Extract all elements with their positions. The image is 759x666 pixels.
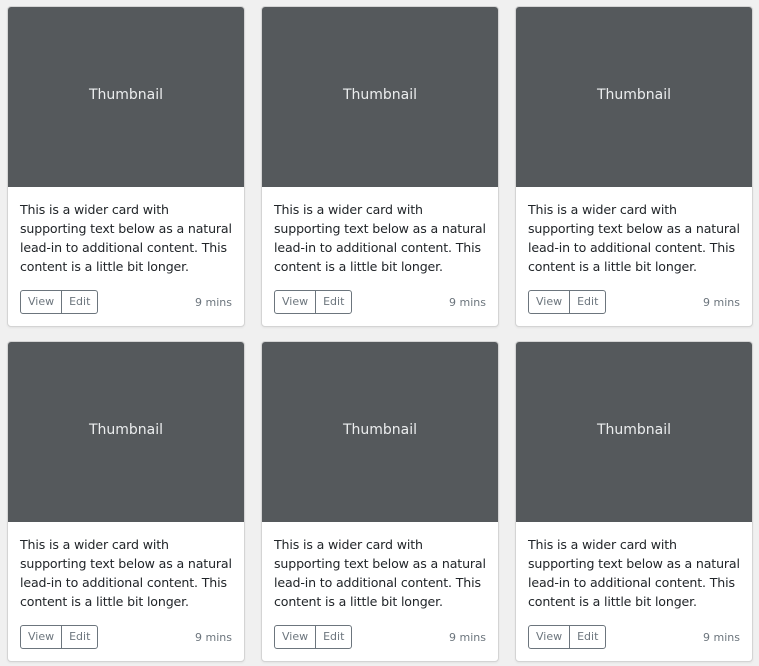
- thumbnail-label: Thumbnail: [88, 87, 164, 103]
- thumbnail-label: Thumbnail: [88, 422, 164, 438]
- card: Thumbnail This is a wider card with supp…: [261, 341, 499, 662]
- card-footer: View Edit 9 mins: [274, 290, 486, 314]
- time-label: 9 mins: [449, 630, 486, 644]
- card-footer: View Edit 9 mins: [528, 290, 740, 314]
- view-button[interactable]: View: [528, 625, 571, 649]
- view-button[interactable]: View: [20, 290, 63, 314]
- card-text: This is a wider card with supporting tex…: [20, 537, 232, 609]
- card: Thumbnail This is a wider card with supp…: [515, 6, 753, 327]
- time-label: 9 mins: [703, 630, 740, 644]
- button-group: View Edit: [274, 625, 353, 649]
- card-footer: View Edit 9 mins: [20, 290, 232, 314]
- thumbnail-label: Thumbnail: [342, 422, 418, 438]
- edit-button[interactable]: Edit: [61, 290, 99, 314]
- button-group: View Edit: [20, 290, 99, 314]
- card-thumbnail: Thumbnail: [262, 342, 498, 522]
- card-text: This is a wider card with supporting tex…: [528, 202, 740, 274]
- card-body: This is a wider card with supporting tex…: [262, 522, 498, 661]
- card-body: This is a wider card with supporting tex…: [516, 522, 752, 661]
- card-footer: View Edit 9 mins: [528, 625, 740, 649]
- card-thumbnail: Thumbnail: [8, 7, 244, 187]
- time-label: 9 mins: [703, 295, 740, 309]
- card-thumbnail: Thumbnail: [8, 342, 244, 522]
- view-button[interactable]: View: [274, 290, 317, 314]
- card-body: This is a wider card with supporting tex…: [8, 522, 244, 661]
- view-button[interactable]: View: [20, 625, 63, 649]
- card: Thumbnail This is a wider card with supp…: [7, 6, 245, 327]
- card-body: This is a wider card with supporting tex…: [8, 187, 244, 326]
- time-label: 9 mins: [195, 295, 232, 309]
- card-footer: View Edit 9 mins: [20, 625, 232, 649]
- edit-button[interactable]: Edit: [569, 290, 607, 314]
- card-thumbnail: Thumbnail: [516, 342, 752, 522]
- card-thumbnail: Thumbnail: [262, 7, 498, 187]
- edit-button[interactable]: Edit: [315, 625, 353, 649]
- card-body: This is a wider card with supporting tex…: [516, 187, 752, 326]
- thumbnail-label: Thumbnail: [342, 87, 418, 103]
- card: Thumbnail This is a wider card with supp…: [7, 341, 245, 662]
- edit-button[interactable]: Edit: [569, 625, 607, 649]
- card-thumbnail: Thumbnail: [516, 7, 752, 187]
- button-group: View Edit: [274, 290, 353, 314]
- time-label: 9 mins: [449, 295, 486, 309]
- card-footer: View Edit 9 mins: [274, 625, 486, 649]
- card-text: This is a wider card with supporting tex…: [274, 202, 486, 274]
- card-text: This is a wider card with supporting tex…: [274, 537, 486, 609]
- button-group: View Edit: [528, 290, 607, 314]
- button-group: View Edit: [20, 625, 99, 649]
- card-body: This is a wider card with supporting tex…: [262, 187, 498, 326]
- card-text: This is a wider card with supporting tex…: [528, 537, 740, 609]
- view-button[interactable]: View: [528, 290, 571, 314]
- button-group: View Edit: [528, 625, 607, 649]
- card: Thumbnail This is a wider card with supp…: [515, 341, 753, 662]
- thumbnail-label: Thumbnail: [596, 87, 672, 103]
- card: Thumbnail This is a wider card with supp…: [261, 6, 499, 327]
- view-button[interactable]: View: [274, 625, 317, 649]
- edit-button[interactable]: Edit: [61, 625, 99, 649]
- thumbnail-label: Thumbnail: [596, 422, 672, 438]
- edit-button[interactable]: Edit: [315, 290, 353, 314]
- card-grid: Thumbnail This is a wider card with supp…: [0, 0, 759, 666]
- card-text: This is a wider card with supporting tex…: [20, 202, 232, 274]
- time-label: 9 mins: [195, 630, 232, 644]
